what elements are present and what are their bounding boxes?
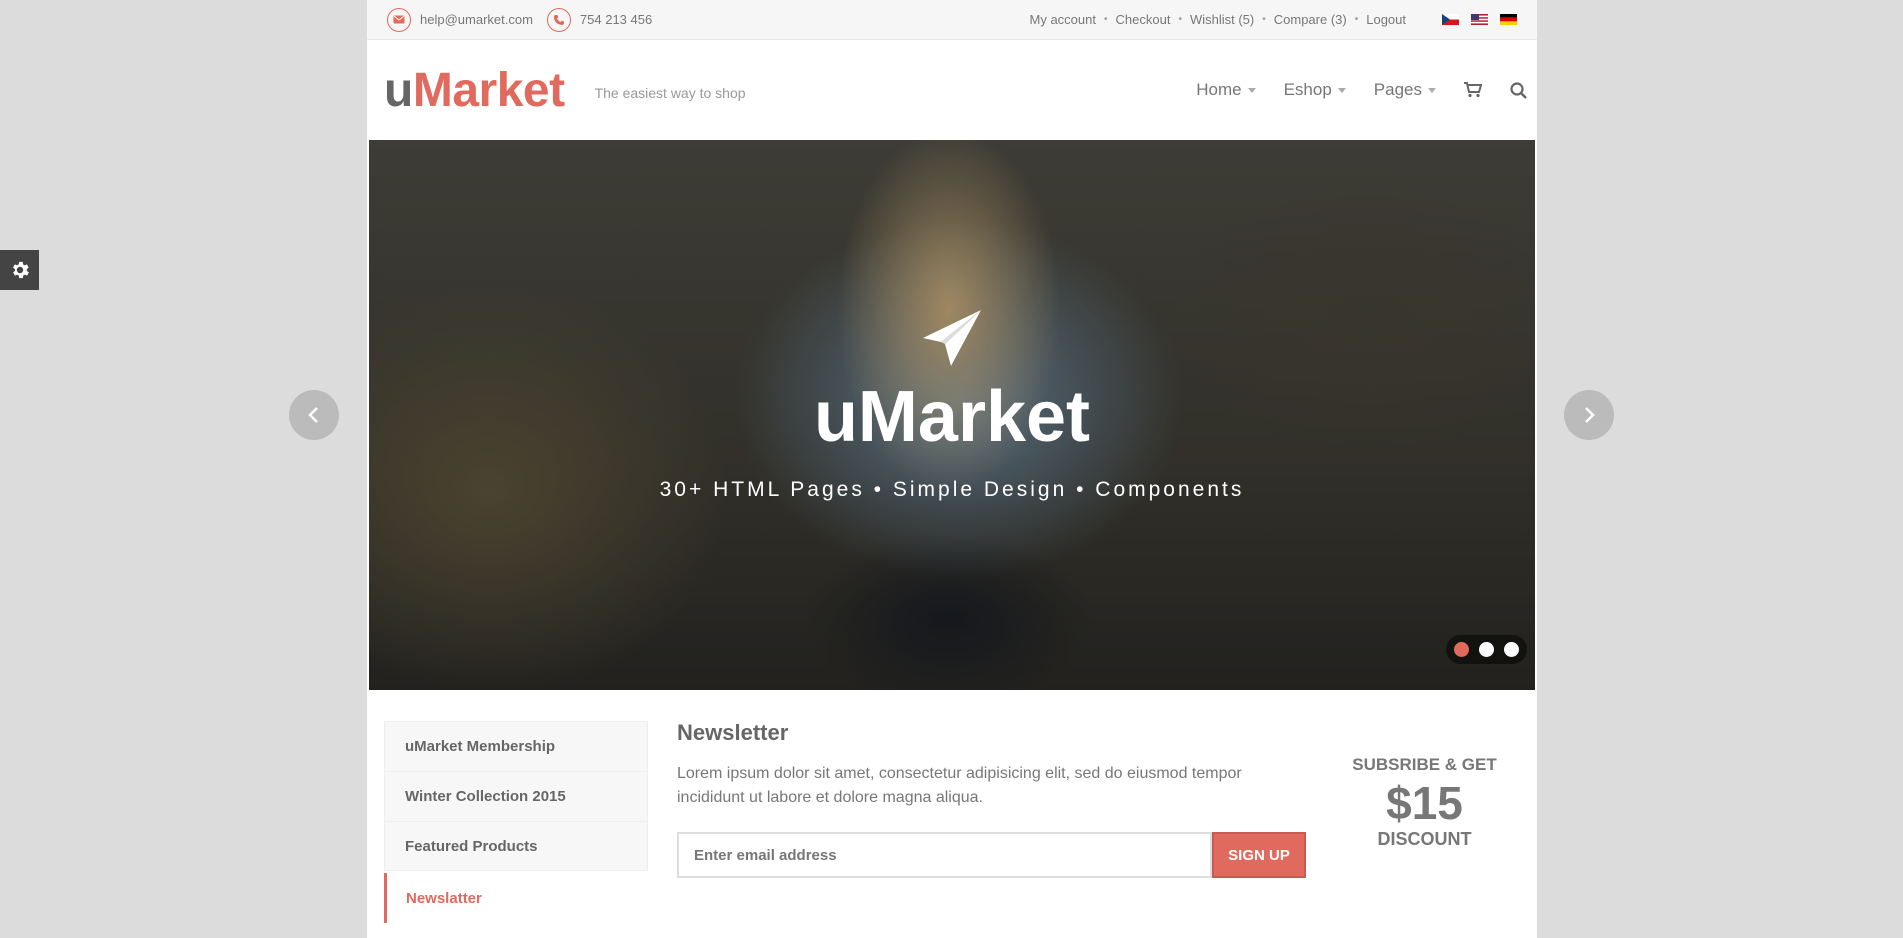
site-header: uMarket The easiest way to shop Home Esh… <box>367 40 1537 140</box>
slider-dot-1[interactable] <box>1454 642 1469 657</box>
slider-prev-button[interactable] <box>289 390 339 440</box>
caret-down-icon <box>1428 87 1436 93</box>
separator: • <box>1178 14 1182 25</box>
side-tabs: uMarket Membership Winter Collection 201… <box>384 721 648 923</box>
slide-subtitle: 30+ HTML Pages • Simple Design • Compone… <box>659 478 1245 501</box>
gear-icon <box>12 261 29 279</box>
separator: • <box>1262 14 1266 25</box>
promo-line-1: SUBSRIBE & GET <box>1352 755 1497 774</box>
email-text: help@umarket.com <box>420 12 533 27</box>
slide-title: uMarket <box>813 377 1091 457</box>
paper-plane-icon <box>923 310 981 366</box>
slider-dot-2[interactable] <box>1479 642 1494 657</box>
search-icon[interactable] <box>1510 81 1527 99</box>
nav-item-home[interactable]: Home <box>1196 80 1256 100</box>
nav-item-pages[interactable]: Pages <box>1374 80 1436 100</box>
logo-u: u <box>384 63 413 117</box>
cart-icon[interactable] <box>1464 82 1482 98</box>
my-account-link[interactable]: My account <box>1030 12 1096 27</box>
newsletter-form: SIGN UP <box>677 832 1307 878</box>
caret-down-icon <box>1337 87 1346 93</box>
nav-label: Home <box>1196 80 1242 99</box>
chevron-left-icon <box>308 407 318 423</box>
signup-button[interactable]: SIGN UP <box>1212 832 1306 878</box>
flag-de-icon[interactable] <box>1500 14 1517 25</box>
phone-contact[interactable]: 754 213 456 <box>546 7 653 32</box>
email-contact[interactable]: help@umarket.com <box>387 7 533 32</box>
main-nav: Home Eshop Pages <box>1196 40 1527 140</box>
tagline: The easiest way to shop <box>594 85 746 101</box>
tab-newsletter[interactable]: Newslatter <box>384 873 648 923</box>
newsletter-title: Newsletter <box>677 720 789 745</box>
newsletter-section: Newsletter Lorem ipsum dolor sit amet, c… <box>677 720 1307 878</box>
compare-link[interactable]: Compare (3) <box>1274 12 1347 27</box>
chevron-right-icon <box>1585 407 1595 423</box>
email-input[interactable] <box>677 832 1212 878</box>
nav-label: Eshop <box>1283 80 1332 99</box>
phone-icon <box>546 7 571 32</box>
promo-price: $15 <box>1386 777 1463 829</box>
tab-winter-collection[interactable]: Winter Collection 2015 <box>384 771 648 821</box>
slider-dot-3[interactable] <box>1504 642 1519 657</box>
page-container: help@umarket.com 754 213 456 My account … <box>367 0 1537 938</box>
top-bar: help@umarket.com 754 213 456 My account … <box>367 0 1537 40</box>
tab-featured-products[interactable]: Featured Products <box>384 821 648 871</box>
logout-link[interactable]: Logout <box>1366 12 1406 27</box>
newsletter-text: Lorem ipsum dolor sit amet, consectetur … <box>677 765 1242 806</box>
promo-line-3: DISCOUNT <box>1377 829 1472 849</box>
envelope-icon <box>387 7 411 32</box>
logo-market: Market <box>412 63 565 117</box>
hero-slider[interactable]: uMarket 30+ HTML Pages • Simple Design •… <box>369 140 1535 690</box>
wishlist-link[interactable]: Wishlist (5) <box>1190 12 1254 27</box>
checkout-link[interactable]: Checkout <box>1116 12 1171 27</box>
logo[interactable]: uMarket <box>384 63 565 118</box>
flag-us-icon[interactable] <box>1471 14 1488 25</box>
nav-item-eshop[interactable]: Eshop <box>1284 80 1346 100</box>
settings-toggle-button[interactable] <box>0 250 39 290</box>
discount-promo: SUBSRIBE & GET $15 DISCOUNT <box>1342 755 1507 850</box>
slider-next-button[interactable] <box>1564 390 1614 440</box>
tab-membership[interactable]: uMarket Membership <box>384 721 648 771</box>
flag-cz-icon[interactable] <box>1442 14 1459 25</box>
nav-label: Pages <box>1373 80 1422 99</box>
caret-down-icon <box>1247 87 1256 93</box>
separator: • <box>1104 14 1108 25</box>
phone-text: 754 213 456 <box>579 12 653 27</box>
slider-pagination <box>1446 635 1527 664</box>
separator: • <box>1354 14 1359 25</box>
